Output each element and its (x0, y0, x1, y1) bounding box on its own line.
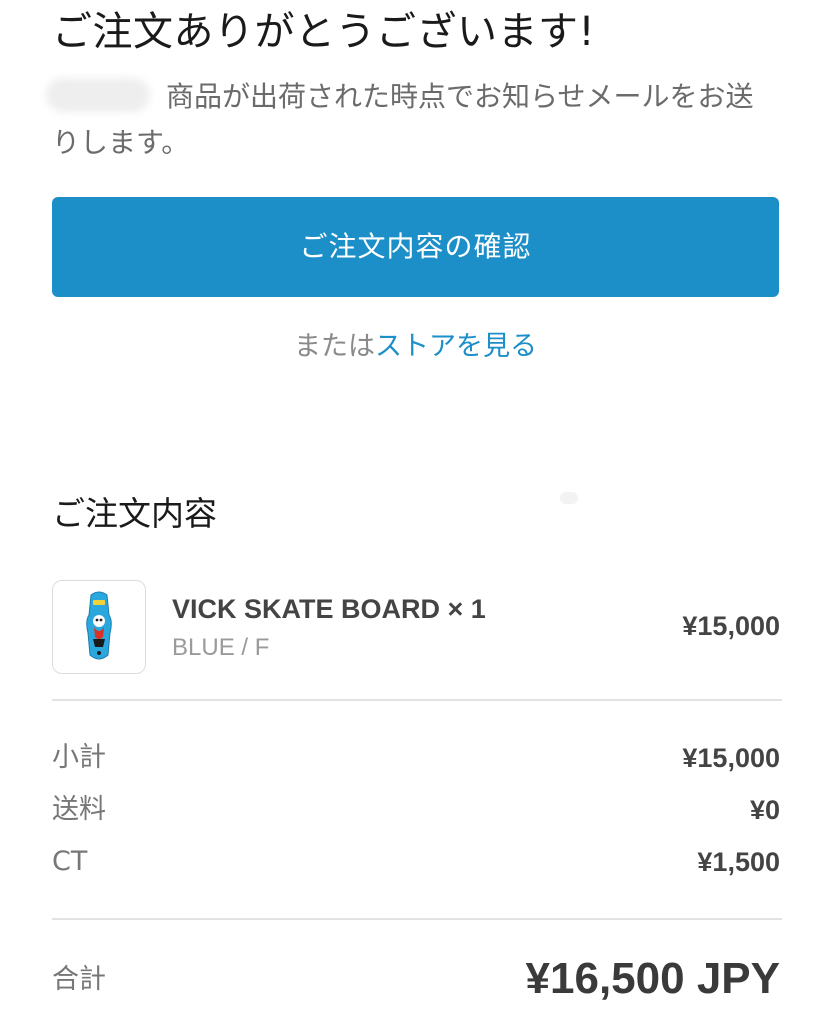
total-label: 合計 (52, 964, 106, 995)
shipping-label: 送料 (52, 794, 106, 825)
skateboard-deck-image (86, 591, 112, 660)
shipping-notice: 商品が出荷された時点でお知らせメールをお送りします。 (46, 74, 768, 166)
subtotal-value: ¥15,000 (682, 743, 780, 773)
or-text: または (294, 331, 375, 362)
total-value: ¥16,500 JPY (525, 954, 780, 1003)
view-store-link[interactable]: ストアを見る (375, 331, 537, 362)
product-thumbnail (52, 580, 146, 674)
page-title: ご注文ありがとうございます! (52, 9, 596, 55)
shipping-notice-text: 商品が出荷された時点でお知らせメールをお送りします。 (52, 80, 754, 159)
tax-label: CT (52, 846, 88, 877)
order-section-title: ご注文内容 (52, 494, 217, 533)
subtotal-row: 小計 ¥15,000 (52, 738, 780, 778)
product-name: VICK SKATE BOARD × 1 (172, 594, 486, 624)
shipping-value: ¥0 (749, 795, 780, 825)
store-link-line: またはストアを見る (52, 325, 779, 369)
tax-value: ¥1,500 (697, 847, 780, 877)
tax-row: CT ¥1,500 (52, 842, 780, 882)
shipping-row: 送料 ¥0 (52, 790, 780, 830)
redacted-name (46, 78, 150, 112)
product-price: ¥15,000 (682, 611, 780, 641)
total-row: 合計 ¥16,500 JPY (52, 950, 780, 1010)
product-variant: BLUE / F (172, 634, 270, 661)
subtotal-label: 小計 (52, 742, 106, 773)
confirm-order-button[interactable]: ご注文内容の確認 (52, 197, 779, 297)
divider (52, 699, 782, 701)
divider (52, 918, 782, 920)
decorative-dot (560, 492, 578, 504)
